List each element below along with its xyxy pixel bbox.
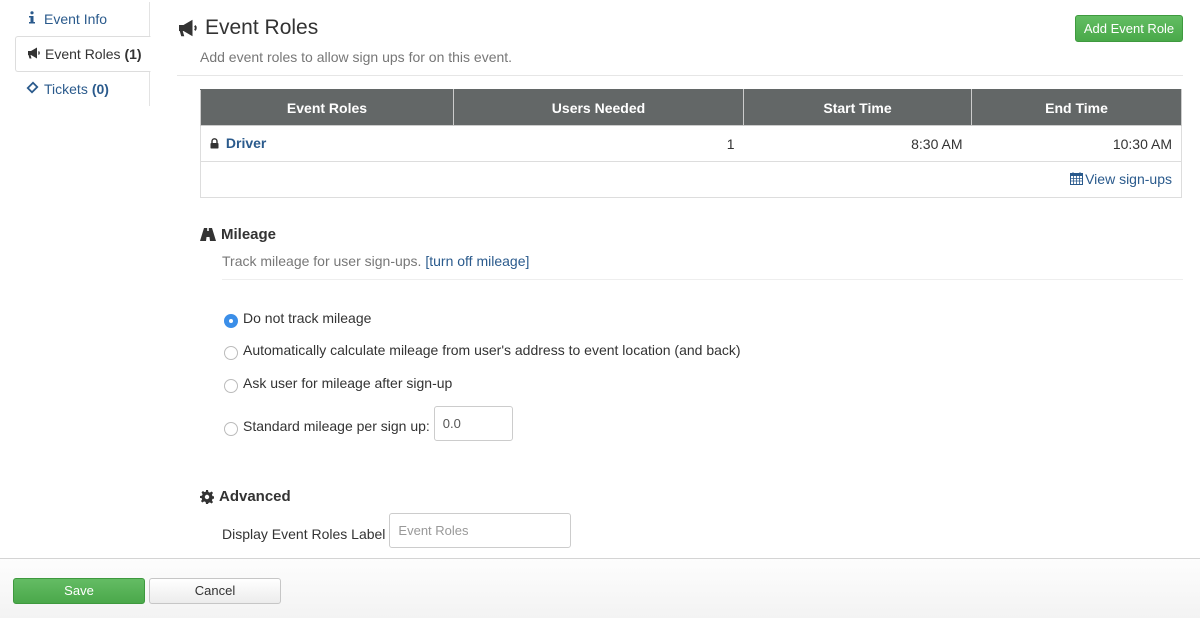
header-divider xyxy=(177,75,1183,76)
page-title: Event Roles xyxy=(177,14,1183,42)
mileage-section-title: Mileage xyxy=(200,226,276,243)
mileage-option-ask[interactable]: Ask user for mileage after sign-up xyxy=(224,373,452,393)
radio-label: Automatically calculate mileage from use… xyxy=(243,342,741,358)
column-header-users-needed: Users Needed xyxy=(453,89,744,126)
sidebar-item-event-roles[interactable]: Event Roles (1) xyxy=(15,36,151,72)
view-signups-cell: View sign-ups xyxy=(200,161,1182,198)
road-icon xyxy=(200,228,216,241)
footer-bar: Save Cancel xyxy=(0,558,1200,618)
end-time-cell: 10:30 AM xyxy=(971,125,1182,162)
start-time-cell: 8:30 AM xyxy=(743,125,972,162)
sidebar-item-count: (1) xyxy=(124,46,142,62)
bullhorn-icon xyxy=(27,46,40,62)
sidebar-nav: Event Info Event Roles (1) Tickets (0) xyxy=(15,2,151,106)
radio-standard-mileage[interactable] xyxy=(224,421,238,436)
table-row: Driver 1 8:30 AM 10:30 AM xyxy=(200,125,1182,162)
view-signups-label: View sign-ups xyxy=(1085,171,1172,187)
standard-mileage-input[interactable] xyxy=(433,406,513,441)
display-event-roles-label-input[interactable] xyxy=(389,513,572,548)
lock-icon xyxy=(210,136,219,152)
ticket-icon xyxy=(26,81,39,97)
page-header: Event Roles Add event roles to allow sig… xyxy=(177,14,1183,65)
mileage-option-none[interactable]: Do not track mileage xyxy=(224,308,371,328)
page-title-text: Event Roles xyxy=(205,16,319,39)
column-header-end-time: End Time xyxy=(971,89,1182,126)
mileage-title-text: Mileage xyxy=(221,226,277,243)
radio-label: Ask user for mileage after sign-up xyxy=(243,375,453,391)
sidebar-item-tickets[interactable]: Tickets (0) xyxy=(15,72,150,106)
sidebar-item-label: Event Info xyxy=(44,11,108,27)
save-button[interactable]: Save xyxy=(13,578,145,604)
event-roles-table: Event Roles Users Needed Start Time End … xyxy=(200,89,1182,198)
role-cell: Driver xyxy=(200,125,454,162)
view-signups-link[interactable]: View sign-ups xyxy=(1070,171,1172,187)
page-subtitle: Add event roles to allow sign ups for on… xyxy=(200,49,513,65)
mileage-description: Track mileage for user sign-ups. [turn o… xyxy=(222,253,529,269)
table-footer-row: View sign-ups xyxy=(200,161,1182,198)
calendar-icon xyxy=(1070,172,1084,188)
sidebar-item-event-info[interactable]: Event Info xyxy=(15,2,150,36)
cancel-button[interactable]: Cancel xyxy=(149,578,281,604)
turn-off-mileage-link[interactable]: [turn off mileage] xyxy=(425,253,529,269)
sidebar-item-count: (0) xyxy=(91,81,109,97)
column-header-event-roles: Event Roles xyxy=(200,89,454,126)
mileage-option-standard[interactable]: Standard mileage per sign up: xyxy=(224,406,513,441)
mileage-divider xyxy=(222,279,1183,280)
column-header-start-time: Start Time xyxy=(743,89,972,126)
radio-label: Standard mileage per sign up: xyxy=(243,418,430,434)
bullhorn-icon xyxy=(177,19,199,37)
table-header-row: Event Roles Users Needed Start Time End … xyxy=(200,89,1182,126)
advanced-section-title: Advanced xyxy=(200,488,291,505)
gear-icon xyxy=(200,489,214,504)
display-label-row: Display Event Roles Label xyxy=(222,513,572,548)
radio-auto-calculate[interactable] xyxy=(224,346,238,360)
radio-do-not-track[interactable] xyxy=(224,314,238,328)
radio-label: Do not track mileage xyxy=(243,310,372,326)
display-label-text: Display Event Roles Label xyxy=(222,525,386,542)
mileage-option-auto[interactable]: Automatically calculate mileage from use… xyxy=(224,340,741,360)
radio-ask-user[interactable] xyxy=(224,379,238,393)
role-link-driver[interactable]: Driver xyxy=(226,135,266,151)
sidebar-item-label: Tickets xyxy=(44,81,88,97)
advanced-title-text: Advanced xyxy=(219,488,291,505)
mileage-description-text: Track mileage for user sign-ups. xyxy=(222,253,422,269)
users-needed-cell: 1 xyxy=(453,125,744,162)
info-icon xyxy=(26,11,38,27)
sidebar-item-label: Event Roles xyxy=(45,46,121,62)
add-event-role-button[interactable]: Add Event Role xyxy=(1075,15,1183,42)
